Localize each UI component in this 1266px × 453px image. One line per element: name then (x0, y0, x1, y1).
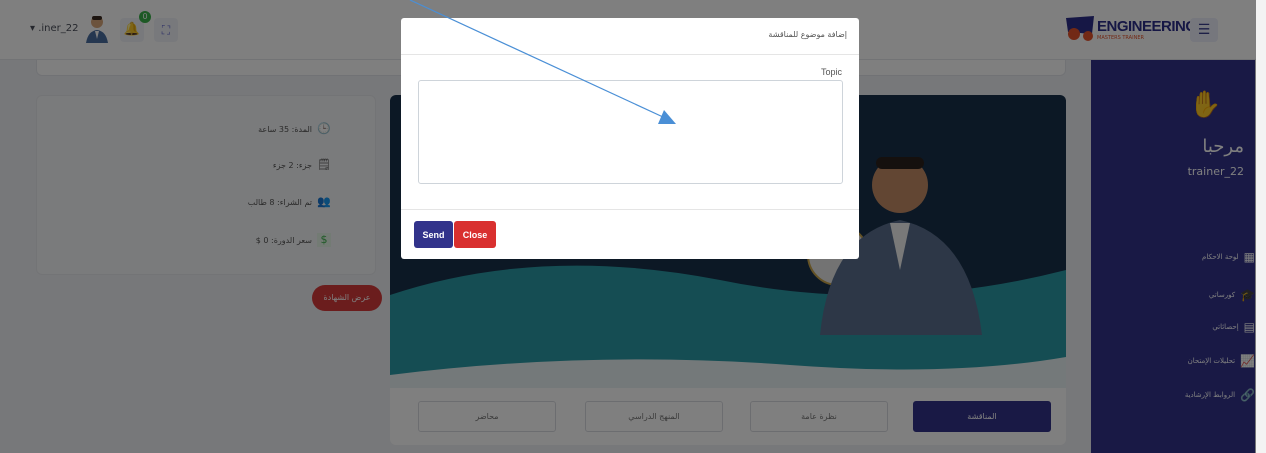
page: ▾ .iner_22 🔔 0 ⛶ ENGINEERING MASTERS TRA… (0, 0, 1266, 453)
modal-title: إضافة موضوع للمناقشة (768, 30, 847, 39)
send-button[interactable]: Send (414, 221, 453, 248)
modal-divider (401, 54, 859, 55)
modal-footer-divider (401, 209, 859, 210)
page-scrollbar[interactable] (1256, 0, 1266, 453)
close-button[interactable]: Close (454, 221, 496, 248)
topic-textarea[interactable] (418, 80, 843, 184)
add-topic-modal: إضافة موضوع للمناقشة Topic Send Close (401, 18, 859, 259)
topic-label: Topic (820, 67, 842, 77)
